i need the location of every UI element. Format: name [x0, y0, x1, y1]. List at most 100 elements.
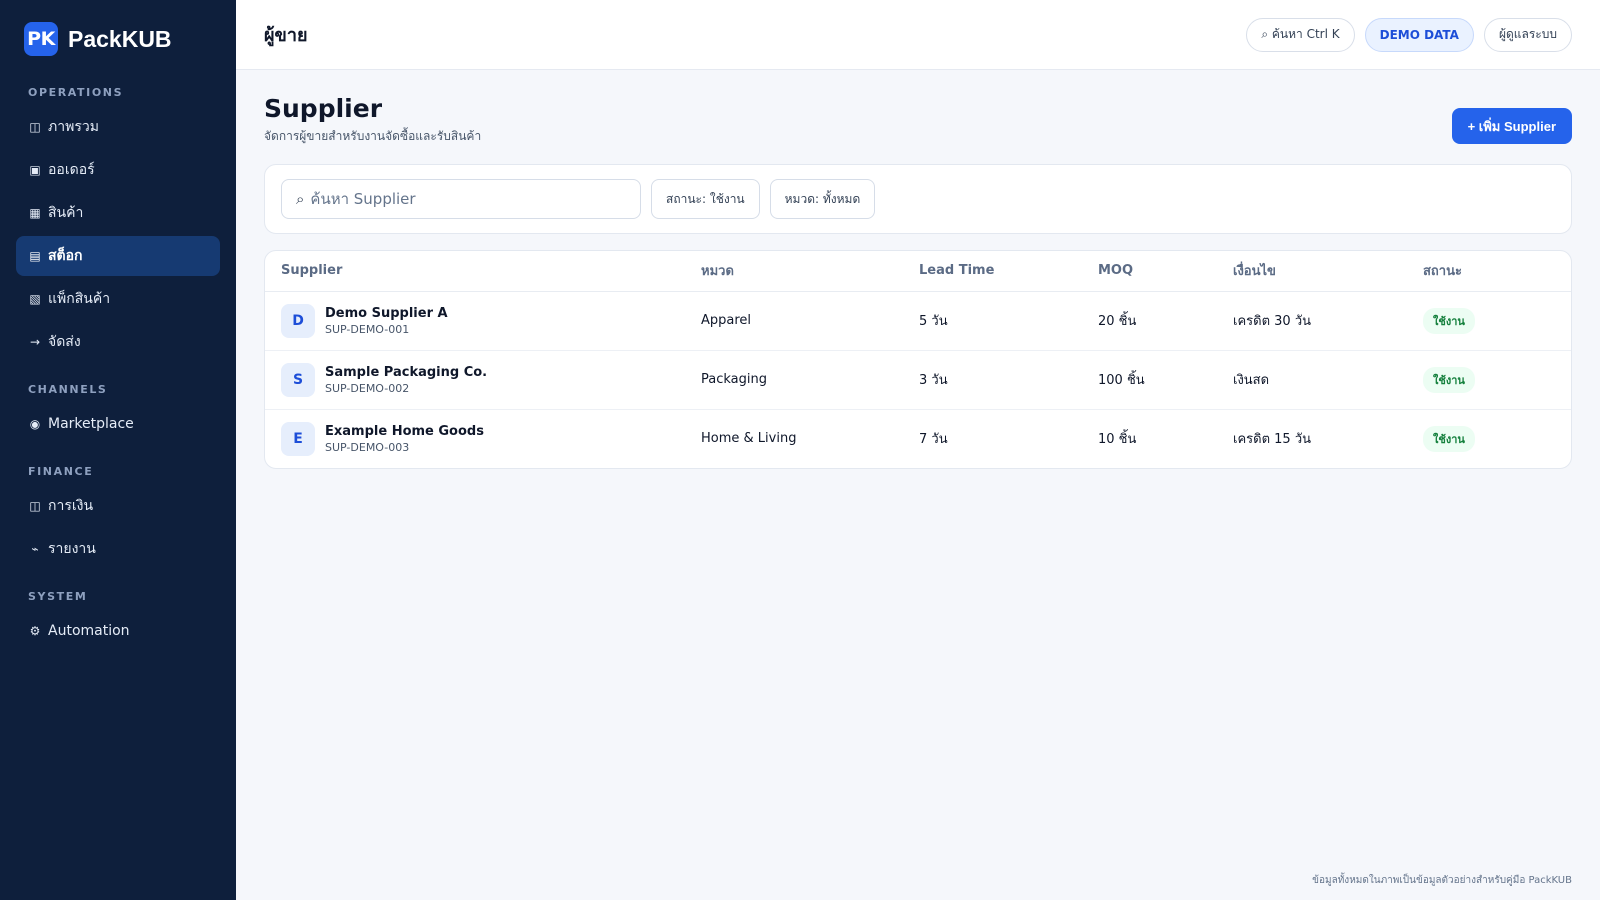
nav-section-title: SYSTEM [28, 590, 88, 603]
global-search-button[interactable]: ⌕ ค้นหา Ctrl K [1246, 17, 1355, 52]
supplier-info: E Example Home Goods SUP-DEMO-003 [281, 421, 669, 456]
nav-gap [16, 572, 220, 590]
sidebar-item[interactable]: → จัดส่ง [16, 322, 220, 362]
lead-time-cell: 7 วัน [919, 432, 948, 448]
supplier-cell: D Demo Supplier A SUP-DEMO-001 [265, 291, 685, 351]
moq-cell: 10 ชิ้น [1098, 432, 1137, 448]
sidebar-item[interactable]: ◫ ภาพรวม [16, 107, 220, 147]
nav-item-icon: ◉ [29, 417, 41, 431]
status-cell: ใช้งาน [1407, 350, 1571, 410]
supplier-avatar: S [281, 362, 315, 397]
nav-item-label: การเงิน [48, 498, 94, 514]
sidebar-item[interactable]: ▧ แพ็กสินค้า [16, 279, 220, 319]
lead-time-cell: 3 วัน [903, 350, 1082, 410]
admin-user-button[interactable]: ผู้ดูแลระบบ [1483, 17, 1572, 52]
search-icon: ⌕ [296, 190, 305, 208]
brand-logo[interactable]: PK PackKUB [24, 22, 220, 56]
table-body: D Demo Supplier A SUP-DEMO-001 Apparel 5… [265, 291, 1571, 468]
nav-item-icon: ⚙ [29, 624, 41, 638]
table-row[interactable]: D Demo Supplier A SUP-DEMO-001 Apparel 5… [265, 291, 1571, 351]
lead-time-cell: 5 วัน [903, 291, 1082, 351]
supplier-avatar: E [281, 421, 315, 456]
supplier-text: Demo Supplier A SUP-DEMO-001 [325, 306, 448, 336]
nav-item-icon: ⌁ [31, 542, 39, 556]
nav-item-icon: ▣ [29, 163, 41, 177]
nav-item-label: สต็อก [48, 248, 83, 264]
terms-cell: เครดิต 15 วัน [1233, 432, 1311, 448]
nav-item-label: สินค้า [48, 205, 84, 221]
sidebar-nav: OPERATIONS ◫ ภาพรวม ▣ ออเดอร์ ▦ สินค้า ▤ สต็อก ▧ แ… [16, 86, 220, 651]
nav-item-label: Marketplace [48, 416, 134, 432]
nav-item-icon: ▧ [29, 292, 41, 306]
sidebar-item[interactable]: ▦ สินค้า [16, 193, 220, 233]
column-header: สถานะ [1407, 251, 1571, 292]
sidebar-item[interactable]: ⌁ รายงาน [16, 529, 220, 569]
sidebar-item[interactable]: ▣ ออเดอร์ [16, 150, 220, 190]
brand-name: PackKUB [68, 25, 172, 52]
search-placeholder: ค้นหา Supplier [310, 190, 416, 208]
column-header: MOQ [1082, 251, 1217, 292]
topbar-actions: ⌕ ค้นหา Ctrl K DEMO DATA ผู้ดูแลระบบ [1246, 17, 1572, 52]
supplier-cell: S Sample Packaging Co. SUP-DEMO-002 [265, 350, 685, 410]
column-header: หมวด [685, 251, 903, 292]
supplier-text: Example Home Goods SUP-DEMO-003 [325, 424, 484, 454]
page-header: Supplier จัดการผู้ขายสำหรับงานจัดซื้อและ… [264, 92, 1572, 146]
filter-bar: ⌕ ค้นหา Supplier สถานะ: ใช้งาน หมวด: ทั้… [264, 164, 1572, 234]
nav-item-label: จัดส่ง [48, 334, 81, 350]
category-cell: Home & Living [701, 431, 797, 447]
nav-gap [16, 447, 220, 465]
page-title: Supplier [264, 94, 383, 123]
supplier-text: Sample Packaging Co. SUP-DEMO-002 [325, 365, 487, 395]
table-row[interactable]: S Sample Packaging Co. SUP-DEMO-002 Pack… [265, 350, 1571, 410]
category-cell: Apparel [685, 291, 903, 351]
status-badge: ใช้งาน [1423, 425, 1475, 452]
status-badge: ใช้งาน [1423, 307, 1475, 334]
status-filter[interactable]: สถานะ: ใช้งาน [651, 179, 760, 219]
supplier-name[interactable]: Example Home Goods [325, 424, 484, 439]
nav-item-icon: → [29, 335, 41, 349]
nav-item-label: แพ็กสินค้า [48, 291, 111, 307]
main-content: Supplier จัดการผู้ขายสำหรับงานจัดซื้อและ… [236, 70, 1600, 900]
nav-item-label: Automation [48, 623, 130, 639]
terms-cell: เครดิต 30 วัน [1217, 291, 1407, 351]
demo-data-badge[interactable]: DEMO DATA [1364, 17, 1474, 52]
supplier-name[interactable]: Sample Packaging Co. [325, 365, 487, 380]
nav-section-title: FINANCE [28, 465, 94, 478]
status-cell: ใช้งาน [1407, 291, 1571, 351]
column-header: เงื่อนไข [1217, 251, 1407, 292]
supplier-info: S Sample Packaging Co. SUP-DEMO-002 [281, 362, 669, 397]
sidebar-item[interactable]: ▤ สต็อก [16, 236, 220, 276]
footnote: ข้อมูลทั้งหมดในภาพเป็นข้อมูลตัวอย่างสำหร… [1312, 875, 1572, 886]
category-cell: Packaging [685, 350, 903, 410]
status-badge: ใช้งาน [1423, 366, 1475, 393]
topbar-title: ผู้ขาย [264, 25, 308, 46]
terms-cell: เงินสด [1217, 350, 1407, 410]
status-cell: ใช้งาน [1407, 409, 1571, 468]
moq-cell: 100 ชิ้น [1082, 350, 1217, 410]
page-subtitle: จัดการผู้ขายสำหรับงานจัดซื้อและรับสินค้า [264, 129, 482, 143]
supplier-cell: E Example Home Goods SUP-DEMO-003 [265, 409, 685, 468]
moq-cell: 20 ชิ้น [1082, 291, 1217, 351]
nav-section-title: OPERATIONS [28, 86, 124, 99]
sidebar-item[interactable]: ◉ Marketplace [16, 404, 220, 444]
add-supplier-button[interactable]: + เพิ่ม Supplier [1451, 108, 1572, 144]
supplier-table: Supplier หมวด Lead Time MOQ เงื่อนไข สถานะ D … [265, 251, 1571, 468]
supplier-info: D Demo Supplier A SUP-DEMO-001 [281, 303, 669, 338]
supplier-name[interactable]: Demo Supplier A [325, 306, 448, 321]
category-filter[interactable]: หมวด: ทั้งหมด [769, 179, 876, 219]
nav-item-icon: ▤ [29, 249, 41, 263]
top-bar: ผู้ขาย ⌕ ค้นหา Ctrl K DEMO DATA ผู้ดูแลร… [236, 0, 1600, 70]
sidebar-item[interactable]: ◫ การเงิน [16, 486, 220, 526]
table-header-row: Supplier หมวด Lead Time MOQ เงื่อนไข สถานะ [265, 251, 1571, 292]
column-header: Lead Time [903, 251, 1082, 292]
table-row[interactable]: E Example Home Goods SUP-DEMO-003 Home &… [265, 409, 1571, 468]
nav-item-label: รายงาน [48, 541, 96, 557]
nav-item-icon: ▦ [29, 206, 41, 220]
supplier-search-input[interactable]: ⌕ ค้นหา Supplier [281, 179, 641, 219]
supplier-table-card: Supplier หมวด Lead Time MOQ เงื่อนไข สถานะ D … [264, 250, 1572, 469]
sidebar: PK PackKUB OPERATIONS ◫ ภาพรวม ▣ ออเดอร์ ▦ สิน… [0, 0, 236, 900]
supplier-code: SUP-DEMO-003 [325, 440, 410, 454]
sidebar-item[interactable]: ⚙ Automation [16, 611, 220, 651]
nav-section-title: CHANNELS [28, 383, 108, 396]
nav-item-label: ภาพรวม [48, 119, 99, 135]
